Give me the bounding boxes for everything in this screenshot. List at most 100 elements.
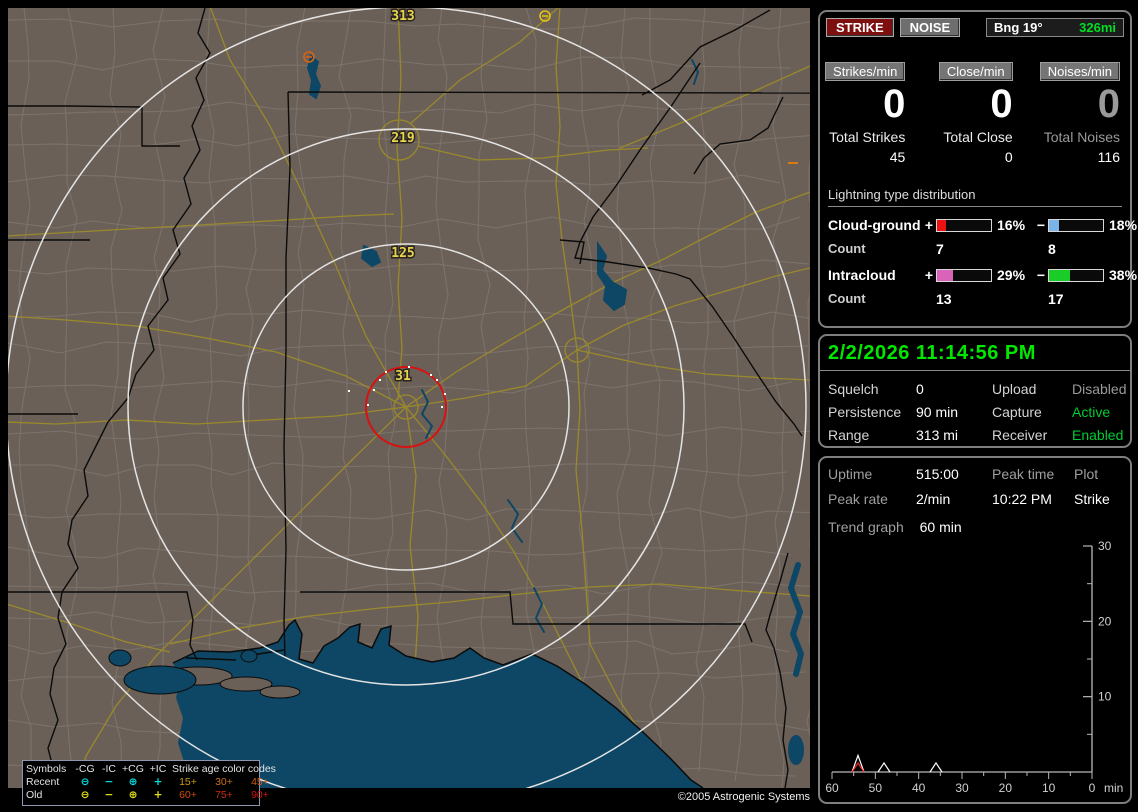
symbol-legend: Symbols -CG -IC +CG +IC Strike age color…	[22, 760, 276, 806]
total-strikes-value: 45	[889, 149, 906, 165]
datetime-display: 2/2/2026 11:14:56 PM	[820, 336, 1130, 371]
cg-negative-count: 8	[1048, 241, 1056, 257]
bearing-distance-value: 326mi	[1079, 20, 1116, 35]
old-ic-pos-icon: +	[153, 789, 163, 801]
receiver-state: Enabled	[1072, 427, 1124, 443]
age-badge-15: 15+	[179, 776, 197, 788]
cg-positive-bar	[936, 218, 992, 232]
recent-ic-neg-icon: −	[104, 776, 114, 788]
cloud-ground-label: Cloud-ground	[828, 217, 921, 233]
trend-graph-line: 10 20 30 60 50 40 30 20 10 0 min	[825, 540, 1123, 795]
svg-text:30: 30	[955, 781, 969, 795]
receiver-label: Receiver	[992, 427, 1048, 443]
trend-graph-value: 60 min	[919, 519, 962, 535]
legend-age-header: Strike age color codes	[172, 763, 276, 775]
cg-positive-pct: 16%	[997, 217, 1026, 233]
strike-toggle-button[interactable]: STRIKE	[826, 18, 894, 37]
lightning-map[interactable]: 313 219 125 31	[8, 8, 810, 788]
age-badge-90: 90+	[251, 789, 269, 801]
age-badge-60: 60+	[179, 789, 197, 801]
ic-positive-pct: 29%	[997, 267, 1026, 283]
recent-cg-neg-icon: ⊖	[80, 776, 90, 788]
status-panel: 2/2/2026 11:14:56 PM Squelch 0 Upload Di…	[818, 334, 1132, 448]
svg-text:20: 20	[999, 781, 1013, 795]
total-noises-label: Total Noises	[1043, 129, 1120, 145]
bearing-value: Bng 19°	[994, 20, 1043, 35]
intracloud-count-row: Count 13 17	[828, 291, 1122, 307]
svg-text:10: 10	[1042, 781, 1056, 795]
count-label: Count	[828, 241, 866, 256]
old-ic-neg-icon: −	[104, 789, 114, 801]
bearing-range-indicator[interactable]: Bng 19° 326mi	[986, 18, 1124, 37]
age-badge-45: 45+	[251, 776, 269, 788]
legend-row-old-label: Old	[26, 789, 43, 801]
capture-label: Capture	[992, 404, 1042, 420]
total-close-label: Total Close	[943, 129, 1013, 145]
close-per-min-value: 0	[990, 82, 1013, 126]
lightning-type-distribution: Lightning type distribution Cloud-ground…	[820, 187, 1137, 307]
nexstorm-window: 313 219 125 31 ©2005 Astrogenic Systems Sym…	[0, 0, 1138, 812]
svg-text:0: 0	[1089, 781, 1096, 795]
svg-text:40: 40	[912, 781, 926, 795]
total-close-value: 0	[1004, 149, 1013, 165]
ring-label-31: 31	[395, 369, 411, 384]
old-cg-neg-icon: ⊖	[80, 789, 90, 801]
uptime-value: 515:00	[916, 466, 959, 482]
squelch-value: 0	[916, 381, 924, 397]
legend-header-cg-pos: +CG	[122, 763, 144, 775]
map-canvas[interactable]: 313 219 125 31	[8, 8, 810, 788]
svg-text:30: 30	[1098, 540, 1112, 553]
noise-toggle-button[interactable]: NOISE	[899, 18, 961, 37]
svg-text:50: 50	[869, 781, 883, 795]
recent-ic-pos-icon: +	[153, 776, 163, 788]
noises-per-min-value: 0	[1097, 82, 1120, 126]
cg-negative-bar	[1048, 218, 1104, 232]
intracloud-row: Intracloud + 29% − 38%	[828, 267, 1137, 283]
persistence-label: Persistence	[828, 404, 902, 420]
strikes-per-min-chip[interactable]: Strikes/min	[825, 62, 906, 81]
minus-sign: −	[1036, 267, 1046, 283]
plus-sign: +	[924, 267, 934, 283]
total-strikes-label: Total Strikes	[829, 129, 906, 145]
plot-value: Strike	[1074, 491, 1110, 507]
noises-per-min-chip[interactable]: Noises/min	[1039, 62, 1120, 81]
ic-positive-bar	[936, 268, 992, 282]
legend-header-ic-neg: -IC	[102, 763, 116, 775]
old-cg-pos-icon: ⊕	[128, 789, 138, 801]
noises-counter-column: Noises/min 0 Total Noises 116	[1039, 62, 1120, 165]
cloud-ground-row: Cloud-ground + 16% − 18%	[828, 217, 1137, 233]
cloud-ground-count-row: Count 7 8	[828, 241, 1122, 257]
strikes-counter-column: Strikes/min 0 Total Strikes 45	[824, 62, 906, 165]
minus-sign: −	[1036, 217, 1046, 233]
count-label: Count	[828, 291, 866, 306]
peak-rate-label: Peak rate	[828, 491, 888, 507]
svg-text:10: 10	[1098, 690, 1112, 704]
svg-text:min: min	[1104, 781, 1123, 795]
range-label: Range	[828, 427, 870, 443]
statistics-panel: STRIKE NOISE Bng 19° 326mi Strikes/min 0…	[818, 10, 1137, 328]
cg-positive-count: 7	[936, 241, 944, 257]
ring-label-125: 125	[391, 246, 414, 261]
close-per-min-chip[interactable]: Close/min	[938, 62, 1013, 81]
trend-graph-label: Trend graph	[828, 519, 904, 535]
legend-header-cg-neg: -CG	[75, 763, 95, 775]
upload-state: Disabled	[1072, 381, 1127, 397]
svg-text:60: 60	[825, 781, 839, 795]
peak-rate-value: 2/min	[916, 491, 951, 507]
legend-row-recent-label: Recent	[26, 776, 60, 788]
ic-negative-count: 17	[1048, 291, 1064, 307]
ring-label-219: 219	[391, 131, 414, 146]
legend-header-symbols: Symbols	[26, 763, 67, 775]
range-value: 313 mi	[916, 427, 959, 443]
strikes-per-min-value: 0	[883, 82, 906, 126]
ic-positive-count: 13	[936, 291, 952, 307]
ring-label-313: 313	[391, 9, 414, 24]
plus-sign: +	[924, 217, 934, 233]
svg-text:20: 20	[1098, 614, 1112, 628]
intracloud-label: Intracloud	[828, 267, 896, 283]
uptime-label: Uptime	[828, 466, 873, 482]
squelch-label: Squelch	[828, 381, 879, 397]
age-badge-30: 30+	[215, 776, 233, 788]
age-badge-75: 75+	[215, 789, 233, 801]
distribution-title: Lightning type distribution	[828, 187, 1122, 207]
